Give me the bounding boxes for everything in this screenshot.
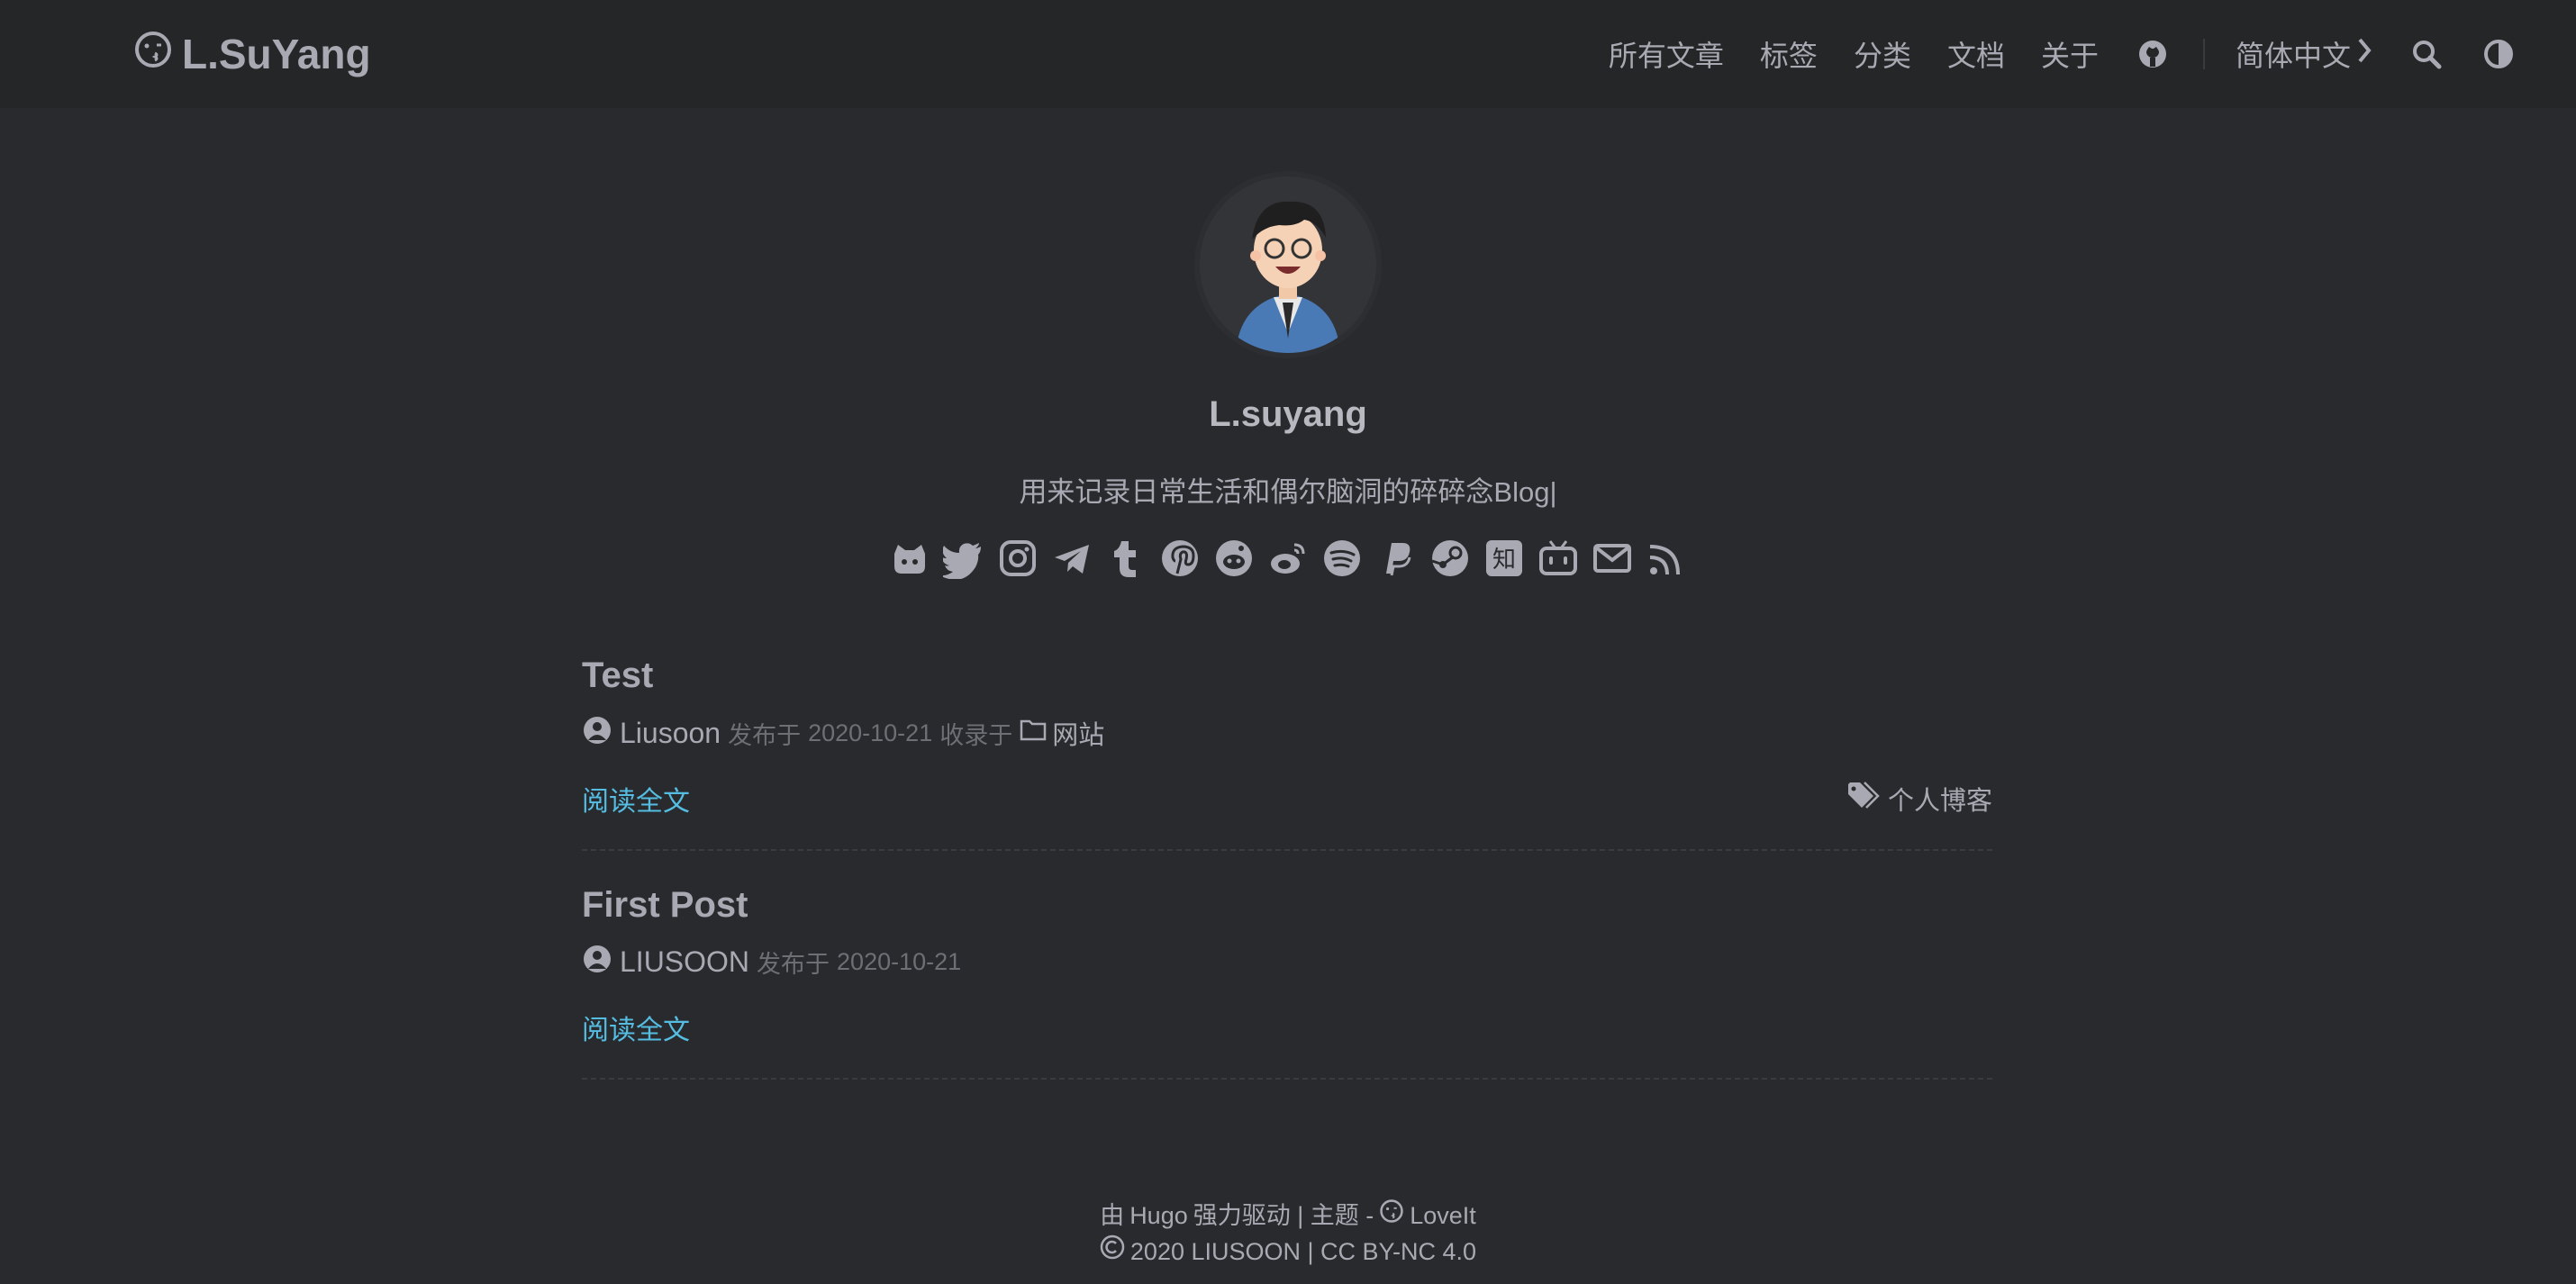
- nav-about[interactable]: 关于: [2041, 33, 2099, 75]
- tumblr-icon[interactable]: [1104, 537, 1147, 580]
- spotify-icon[interactable]: [1320, 537, 1364, 580]
- profile-section: L.suyang 用来记录日常生活和偶尔脑洞的碎碎念Blog| 知: [0, 176, 2576, 580]
- footer-powered: 强力驱动 | 主题 -: [1193, 1202, 1374, 1229]
- reddit-icon[interactable]: [1212, 537, 1256, 580]
- footer-copyright: 2020 LIUSOON | CC BY-NC 4.0: [0, 1234, 2576, 1270]
- post-date: 2020-10-21: [808, 719, 933, 746]
- language-label: 简体中文: [2235, 40, 2351, 72]
- site-title: L.SuYang: [182, 31, 371, 77]
- bilibili-icon[interactable]: [1537, 537, 1580, 580]
- nav-all-posts[interactable]: 所有文章: [1609, 33, 1724, 75]
- header: L.SuYang 所有文章 标签 分类 文档 关于 简体中文: [0, 0, 2576, 108]
- post-meta: LIUSOON 发布于 2020-10-21: [582, 944, 1992, 981]
- kiss-face-icon: [1379, 1198, 1404, 1234]
- theme-toggle-icon[interactable]: [2481, 36, 2517, 72]
- post-footer: 阅读全文: [582, 1008, 1992, 1047]
- nav-divider: [2202, 39, 2205, 69]
- email-icon[interactable]: [1591, 537, 1634, 580]
- post-list: Test Liusoon 发布于 2020-10-21 收录于 网站 阅读全文 …: [582, 645, 1992, 1114]
- published-label: 发布于: [757, 951, 830, 978]
- read-more-link[interactable]: 阅读全文: [582, 779, 690, 818]
- pinterest-icon[interactable]: [1158, 537, 1202, 580]
- post-footer: 阅读全文 个人博客: [582, 779, 1992, 818]
- footer-by: 由: [1100, 1202, 1125, 1229]
- instagram-icon[interactable]: [996, 537, 1039, 580]
- footer-powered-by: 由 Hugo 强力驱动 | 主题 - LoveIt: [0, 1198, 2576, 1234]
- tags-icon: [1846, 781, 1881, 817]
- post-date: 2020-10-21: [837, 948, 962, 975]
- rss-icon[interactable]: [1645, 537, 1688, 580]
- read-more-link[interactable]: 阅读全文: [582, 1008, 690, 1047]
- kiss-face-icon: [133, 30, 173, 79]
- post-category[interactable]: 网站: [1020, 714, 1104, 752]
- social-links: 知: [0, 537, 2576, 580]
- nav-categories[interactable]: 分类: [1854, 33, 1911, 75]
- copyright-icon: [1100, 1234, 1125, 1270]
- language-switcher[interactable]: 简体中文: [2236, 33, 2372, 75]
- profile-subtitle: 用来记录日常生活和偶尔脑洞的碎碎念Blog|: [1019, 476, 1557, 508]
- nav-docs[interactable]: 文档: [1947, 33, 2005, 75]
- category-name: 网站: [1052, 721, 1105, 750]
- post-title[interactable]: First Post: [582, 885, 1992, 926]
- nav-tags[interactable]: 标签: [1760, 33, 1818, 75]
- tag-name: 个人博客: [1887, 787, 1992, 816]
- post-item: Test Liusoon 发布于 2020-10-21 收录于 网站 阅读全文 …: [582, 656, 1992, 851]
- post-author[interactable]: Liusoon: [620, 717, 721, 750]
- paypal-icon[interactable]: [1374, 537, 1418, 580]
- category-label: 收录于: [939, 721, 1013, 749]
- steam-icon[interactable]: [1429, 537, 1472, 580]
- telegram-icon[interactable]: [1050, 537, 1093, 580]
- theme-link[interactable]: LoveIt: [1410, 1198, 1476, 1234]
- post-item: First Post LIUSOON 发布于 2020-10-21 阅读全文: [582, 885, 1992, 1080]
- post-author[interactable]: LIUSOON: [620, 945, 749, 979]
- post-tag[interactable]: 个人博客: [1846, 780, 1992, 818]
- search-icon[interactable]: [2408, 36, 2444, 72]
- published-label: 发布于: [728, 721, 802, 749]
- chevron-right-icon: [2356, 37, 2372, 71]
- zhihu-icon[interactable]: 知: [1483, 537, 1526, 580]
- post-meta: Liusoon 发布于 2020-10-21 收录于 网站: [582, 714, 1992, 752]
- user-circle-icon: [582, 715, 612, 752]
- user-circle-icon: [582, 944, 612, 981]
- hugo-link[interactable]: Hugo: [1129, 1198, 1188, 1234]
- github-icon[interactable]: [888, 537, 931, 580]
- svg-text:知: 知: [1492, 547, 1516, 574]
- footer: 由 Hugo 强力驱动 | 主题 - LoveIt 2020 LIUSOON |…: [0, 1198, 2576, 1270]
- folder-icon: [1020, 718, 1047, 748]
- main-nav: 所有文章 标签 分类 文档 关于 简体中文: [1609, 33, 2517, 75]
- site-logo[interactable]: L.SuYang: [133, 30, 371, 79]
- github-icon[interactable]: [2135, 36, 2171, 72]
- twitter-icon[interactable]: [942, 537, 985, 580]
- profile-name: L.suyang: [1209, 394, 1367, 434]
- copyright-text: 2020 LIUSOON | CC BY-NC 4.0: [1129, 1238, 1477, 1265]
- weibo-icon[interactable]: [1266, 537, 1310, 580]
- avatar: [1200, 176, 1376, 353]
- post-title[interactable]: Test: [582, 656, 1992, 696]
